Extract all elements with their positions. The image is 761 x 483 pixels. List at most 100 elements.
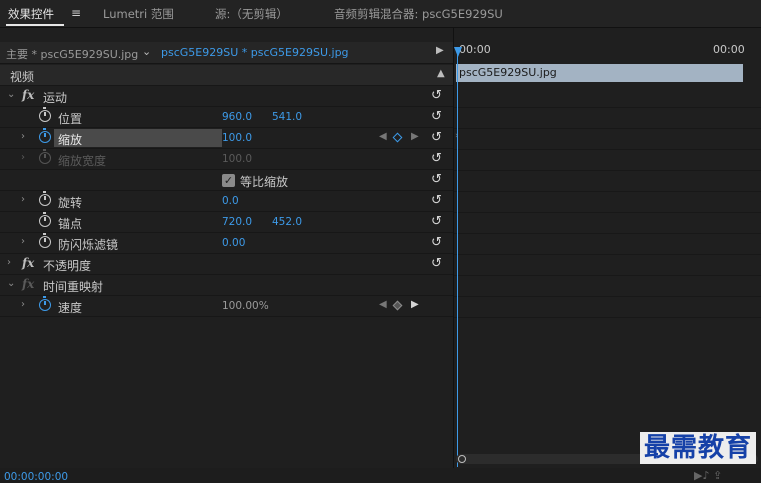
time-remap-effect-row[interactable]: ⌄ fx 时间重映射 — [0, 275, 453, 296]
reset-icon[interactable]: ↺ — [431, 193, 442, 208]
panel-tab-bar: 效果控件 ≡ Lumetri 范围 源:（无剪辑） 音频剪辑混合器: pscG5… — [0, 0, 761, 28]
next-keyframe-icon[interactable]: ▶ — [411, 299, 419, 310]
collapse-up-icon[interactable]: ▲ — [437, 68, 445, 79]
uniform-scale-row: ✓ 等比缩放 ↺ — [0, 170, 453, 191]
video-section-header: 视频 ▲ — [0, 65, 453, 86]
next-keyframe-icon[interactable]: ▶ — [411, 131, 419, 142]
timeline-row-divider — [454, 296, 761, 297]
fx-icon[interactable]: fx — [22, 88, 34, 102]
stopwatch-icon[interactable] — [39, 296, 51, 311]
motion-effect-row[interactable]: ⌄ fx 运动 ↺ — [0, 86, 453, 107]
motion-label: 运动 — [43, 91, 68, 105]
rotation-value[interactable]: 0.0 — [222, 195, 239, 207]
reset-icon[interactable]: ↺ — [431, 151, 442, 166]
position-x-value[interactable]: 960.0 — [222, 111, 252, 123]
chevron-right-icon[interactable]: › — [21, 194, 25, 205]
scale-row: › 缩放 100.0 ◀ ▶ ↺ — [0, 128, 453, 149]
chevron-down-icon[interactable]: ⌄ — [142, 45, 151, 58]
anchor-x-value[interactable]: 720.0 — [222, 216, 252, 228]
uniform-scale-label: 等比缩放 — [240, 175, 289, 189]
speed-row: › 速度 100.00% ◀ ▶ — [0, 296, 453, 317]
active-tab-indicator — [6, 24, 64, 26]
position-label: 位置 — [58, 112, 83, 126]
audio-playback-icon[interactable]: ▶♪ ⇪ — [694, 469, 722, 482]
prev-keyframe-icon[interactable]: ◀ — [379, 299, 387, 310]
scale-value[interactable]: 100.0 — [222, 132, 252, 144]
chevron-right-icon[interactable]: › — [7, 257, 11, 268]
clip-track[interactable]: pscG5E929SU.jpg — [456, 64, 743, 82]
stopwatch-icon[interactable] — [39, 212, 51, 227]
prev-keyframe-icon[interactable]: ◀ — [379, 131, 387, 142]
playhead-handle[interactable] — [454, 47, 462, 57]
anchor-y-value[interactable]: 452.0 — [272, 216, 302, 228]
uniform-scale-checkbox[interactable]: ✓ — [222, 174, 235, 187]
timeline-row-divider — [454, 191, 761, 192]
master-clip-label[interactable]: 主要 * pscG5E929SU.jpg — [6, 46, 138, 62]
stopwatch-icon[interactable] — [39, 128, 51, 143]
speed-label: 速度 — [58, 301, 83, 315]
chevron-right-icon: › — [21, 152, 25, 163]
timeline-row-divider — [454, 317, 761, 318]
timeline-row-divider — [454, 128, 761, 129]
chevron-right-icon[interactable]: › — [21, 236, 25, 247]
position-y-value[interactable]: 541.0 — [272, 111, 302, 123]
chevron-down-icon[interactable]: ⌄ — [7, 278, 15, 289]
reset-icon[interactable]: ↺ — [431, 109, 442, 124]
timeline-row-divider — [454, 149, 761, 150]
tab-effect-controls[interactable]: 效果控件 — [8, 6, 54, 22]
timeline-row-divider — [454, 107, 761, 108]
tab-lumetri-scopes[interactable]: Lumetri 范围 — [103, 6, 174, 22]
timeline-row-divider — [454, 254, 761, 255]
chevron-right-icon[interactable]: › — [21, 131, 25, 142]
sequence-clip-label[interactable]: pscG5E929SU * pscG5E929SU.jpg — [161, 46, 349, 59]
scale-label: 缩放 — [58, 133, 83, 147]
anti-flicker-value[interactable]: 0.00 — [222, 237, 245, 249]
anti-flicker-row: › 防闪烁滤镜 0.00 ↺ — [0, 233, 453, 254]
stopwatch-icon[interactable] — [39, 191, 51, 206]
anchor-label: 锚点 — [58, 217, 83, 231]
reset-icon[interactable]: ↺ — [431, 172, 442, 187]
chevron-right-icon[interactable]: › — [21, 299, 25, 310]
menu-icon[interactable]: ≡ — [71, 6, 81, 20]
reset-icon[interactable]: ↺ — [431, 130, 442, 145]
stopwatch-icon[interactable] — [39, 233, 51, 248]
reset-icon[interactable]: ↺ — [431, 235, 442, 250]
stopwatch-icon — [39, 149, 51, 164]
chevron-down-icon[interactable]: ⌄ — [7, 89, 15, 100]
scrollbar-handle[interactable] — [458, 455, 466, 463]
stopwatch-icon[interactable] — [39, 107, 51, 122]
keyframe-diamond-icon[interactable] — [392, 300, 403, 311]
effect-controls-panel: 主要 * pscG5E929SU.jpg ⌄ pscG5E929SU * psc… — [0, 28, 453, 468]
clip-selector-bar: 主要 * pscG5E929SU.jpg ⌄ pscG5E929SU * psc… — [0, 42, 453, 64]
timeline-row-divider — [454, 212, 761, 213]
reset-icon[interactable]: ↺ — [431, 88, 442, 103]
position-row: 位置 960.0 541.0 ↺ — [0, 107, 453, 128]
speed-value[interactable]: 100.00% — [222, 300, 269, 312]
play-icon[interactable]: ▶ — [436, 45, 444, 56]
rotation-row: › 旋转 0.0 ↺ — [0, 191, 453, 212]
scale-width-row: › 缩放宽度 100.0 ↺ — [0, 149, 453, 170]
anchor-row: 锚点 720.0 452.0 ↺ — [0, 212, 453, 233]
watermark-logo: 最需教育 — [640, 432, 757, 464]
fx-icon: fx — [22, 277, 35, 291]
time-remap-label: 时间重映射 — [43, 280, 104, 294]
timeline-row-divider — [454, 233, 761, 234]
ruler-start-label: 00:00 — [459, 43, 491, 56]
timeline-row-divider — [454, 170, 761, 171]
opacity-label: 不透明度 — [43, 259, 92, 273]
current-timecode[interactable]: 00:00:00:00 — [4, 471, 68, 483]
fx-icon[interactable]: fx — [22, 256, 34, 270]
tab-source[interactable]: 源:（无剪辑） — [215, 6, 288, 22]
keyframe-diamond-icon[interactable] — [392, 132, 403, 143]
reset-icon[interactable]: ↺ — [431, 256, 442, 271]
reset-icon[interactable]: ↺ — [431, 214, 442, 229]
video-section-label: 视频 — [10, 70, 35, 84]
opacity-effect-row[interactable]: › fx 不透明度 ↺ — [0, 254, 453, 275]
playhead-line — [457, 47, 458, 467]
rotation-label: 旋转 — [58, 196, 83, 210]
tab-audio-clip-mixer[interactable]: 音频剪辑混合器: pscG5E929SU — [334, 6, 503, 22]
timeline-row-divider — [454, 275, 761, 276]
scale-width-label: 缩放宽度 — [58, 154, 107, 168]
ruler-end-label: 00:00 — [713, 43, 745, 56]
scale-width-value: 100.0 — [222, 153, 253, 165]
